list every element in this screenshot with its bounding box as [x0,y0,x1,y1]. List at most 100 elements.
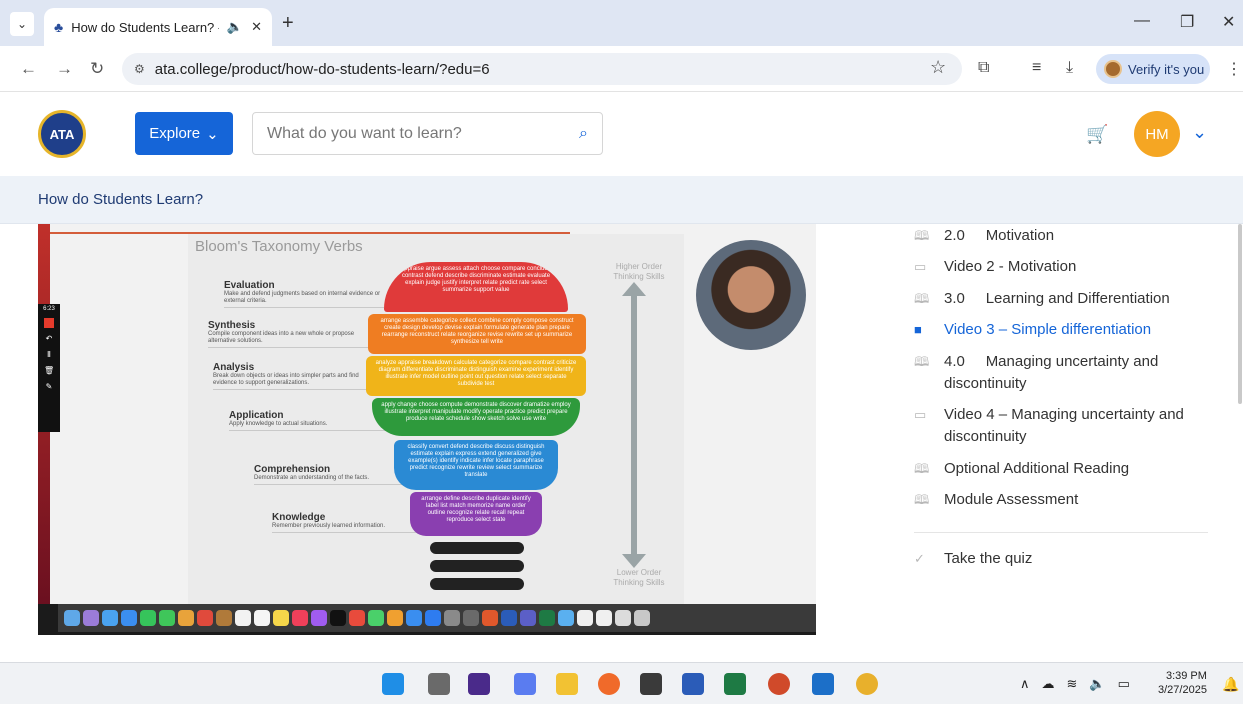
verbs-band-evaluation: appraise argue assess attach choose comp… [384,262,568,312]
extensions-icon[interactable]: ⧉ [978,59,989,77]
excel-icon[interactable] [724,673,746,695]
teams-icon [520,610,536,626]
reading-list-icon[interactable]: ≡ [1032,59,1041,77]
course-title-bar: How do Students Learn? [0,176,1243,224]
word-icon[interactable] [682,673,704,695]
clock[interactable]: 3:39 PM 3/27/2025 [1158,669,1207,697]
reminders-icon [254,610,270,626]
photos-icon [178,610,194,626]
tv-icon [330,610,346,626]
reload-icon[interactable]: ↻ [90,59,104,79]
volume-icon[interactable]: 🔈 [1089,676,1105,692]
curriculum-item-learning-differentiation[interactable]: 🕮 3.0 Learning and Differentiation [914,288,1170,310]
chrome-icon[interactable] [856,673,878,695]
verify-profile-button[interactable]: Verify it's you [1096,54,1210,84]
curriculum-item-video-4[interactable]: ▭ Video 4 – Managing uncertainty and dis… [914,404,1208,448]
onedrive-icon[interactable]: ☁ [1042,676,1055,692]
powerpoint-icon [482,610,498,626]
forward-icon[interactable]: → [56,59,73,79]
page-scrollbar[interactable] [1238,224,1242,404]
level-desc: Make and defend judgments based on inter… [224,291,384,308]
back-icon[interactable]: ← [20,59,37,79]
site-logo[interactable]: ATA [38,110,86,158]
profile-avatar-icon [1104,60,1122,78]
verbs-band-analysis: analyze appraise breakdown calculate cat… [366,356,586,396]
audio-playing-icon[interactable]: 🔈 [227,19,243,35]
level-desc: Apply knowledge to actual situations. [229,421,389,431]
level-evaluation: Evaluation Make and defend judgments bas… [224,280,384,308]
firefox-icon[interactable] [598,673,620,695]
messages-icon [140,610,156,626]
curriculum-item-managing-uncertainty[interactable]: 🕮 4.0 Managing uncertainty and discontin… [914,351,1208,395]
clock-time: 3:39 PM [1165,670,1207,682]
level-name: Analysis [213,362,255,373]
pen-icon[interactable]: ✎ [44,382,54,392]
browser-tab[interactable]: ♣ How do Students Learn? - ∕ 🔈 ✕ [44,8,272,46]
presenter-webcam [696,240,806,350]
level-application: Application Apply knowledge to actual si… [229,410,389,431]
wifi-icon[interactable]: ≋ [1067,676,1078,692]
site-info-icon[interactable]: ⚙ [134,62,145,76]
copilot-icon[interactable] [514,673,536,695]
search-box: ⌕ [252,112,603,155]
close-tab-icon[interactable]: ✕ [251,19,262,35]
curriculum-item-quiz[interactable]: ✓ Take the quiz [914,548,1032,570]
bookmark-star-icon[interactable]: ☆ [930,57,946,78]
chevron-up-icon[interactable]: ∧ [1020,676,1030,692]
lower-order-label: Lower Order Thinking Skills [613,568,665,587]
safari-icon [102,610,118,626]
undo-icon[interactable]: ↶ [44,334,54,344]
preview-icon [577,610,593,626]
start-icon[interactable] [382,673,404,695]
tab-title: How do Students Learn? - ∕ [71,19,219,35]
curriculum-item-label: Module Assessment [944,491,1079,508]
pause-icon[interactable]: Ⅱ [44,350,54,360]
book-icon: 🕮 [914,228,930,243]
curriculum-item-label: Video 2 - Motivation [944,258,1077,275]
slide-content: Bloom's Taxonomy Verbs Evaluation Make a… [50,224,816,604]
app-icon [216,610,232,626]
level-name: Synthesis [208,320,256,331]
explore-button[interactable]: Explore ⌄ [135,112,233,155]
notes-icon [273,610,289,626]
battery-icon[interactable]: ▭ [1118,676,1130,692]
minimize-icon[interactable]: — [1134,12,1150,30]
download-icon[interactable]: ⤓ [1066,59,1073,77]
curriculum-item-module-assessment[interactable]: 🕮 Module Assessment [914,489,1078,511]
cart-icon[interactable]: 🛒 [1086,124,1108,145]
favicon-icon: ♣ [54,19,64,35]
video-player[interactable]: Bloom's Taxonomy Verbs Evaluation Make a… [38,224,816,635]
curriculum-item-label: 2.0 Motivation [944,227,1055,244]
curriculum-item-motivation[interactable]: 🕮 2.0 Motivation [914,225,1054,247]
higher-order-label: Higher Order Thinking Skills [613,262,665,281]
search-input[interactable] [267,124,580,143]
restore-icon[interactable]: ❐ [1180,12,1194,32]
stop-record-icon[interactable] [44,318,54,328]
browser-menu-icon[interactable]: ⋮ [1226,59,1242,79]
close-window-icon[interactable]: ✕ [1222,12,1235,32]
excel-icon [539,610,555,626]
search-icon[interactable]: ⌕ [579,125,588,143]
settings-icon [444,610,460,626]
book-icon: 🕮 [914,492,930,507]
trash-icon[interactable]: 🗑 [44,366,54,376]
file-explorer-icon[interactable] [556,673,578,695]
user-avatar[interactable]: HM [1134,111,1180,157]
outlook-icon[interactable] [812,673,834,695]
new-tab-button[interactable]: + [282,12,294,35]
verbs-band-knowledge: arrange define describe duplicate identi… [410,492,542,536]
word-icon [501,610,517,626]
curriculum-item-video-2[interactable]: ▭ Video 2 - Motivation [914,256,1076,278]
curriculum-item-optional-reading[interactable]: 🕮 Optional Additional Reading [914,458,1129,480]
tab-search-button[interactable]: ⌄ [10,12,34,36]
app-icon[interactable] [468,673,490,695]
calendar-icon[interactable] [640,673,662,695]
explore-label: Explore [149,125,201,142]
finder-icon [64,610,80,626]
url-bar[interactable]: ⚙ ata.college/product/how-do-students-le… [122,53,962,85]
notification-bell-icon[interactable]: 🔔 [1222,676,1239,693]
user-menu-chevron-icon[interactable]: ⌄ [1192,122,1207,143]
powerpoint-icon[interactable] [768,673,790,695]
curriculum-item-video-3[interactable]: ■ Video 3 – Simple differentiation [914,319,1151,341]
task-view-icon[interactable] [428,673,450,695]
